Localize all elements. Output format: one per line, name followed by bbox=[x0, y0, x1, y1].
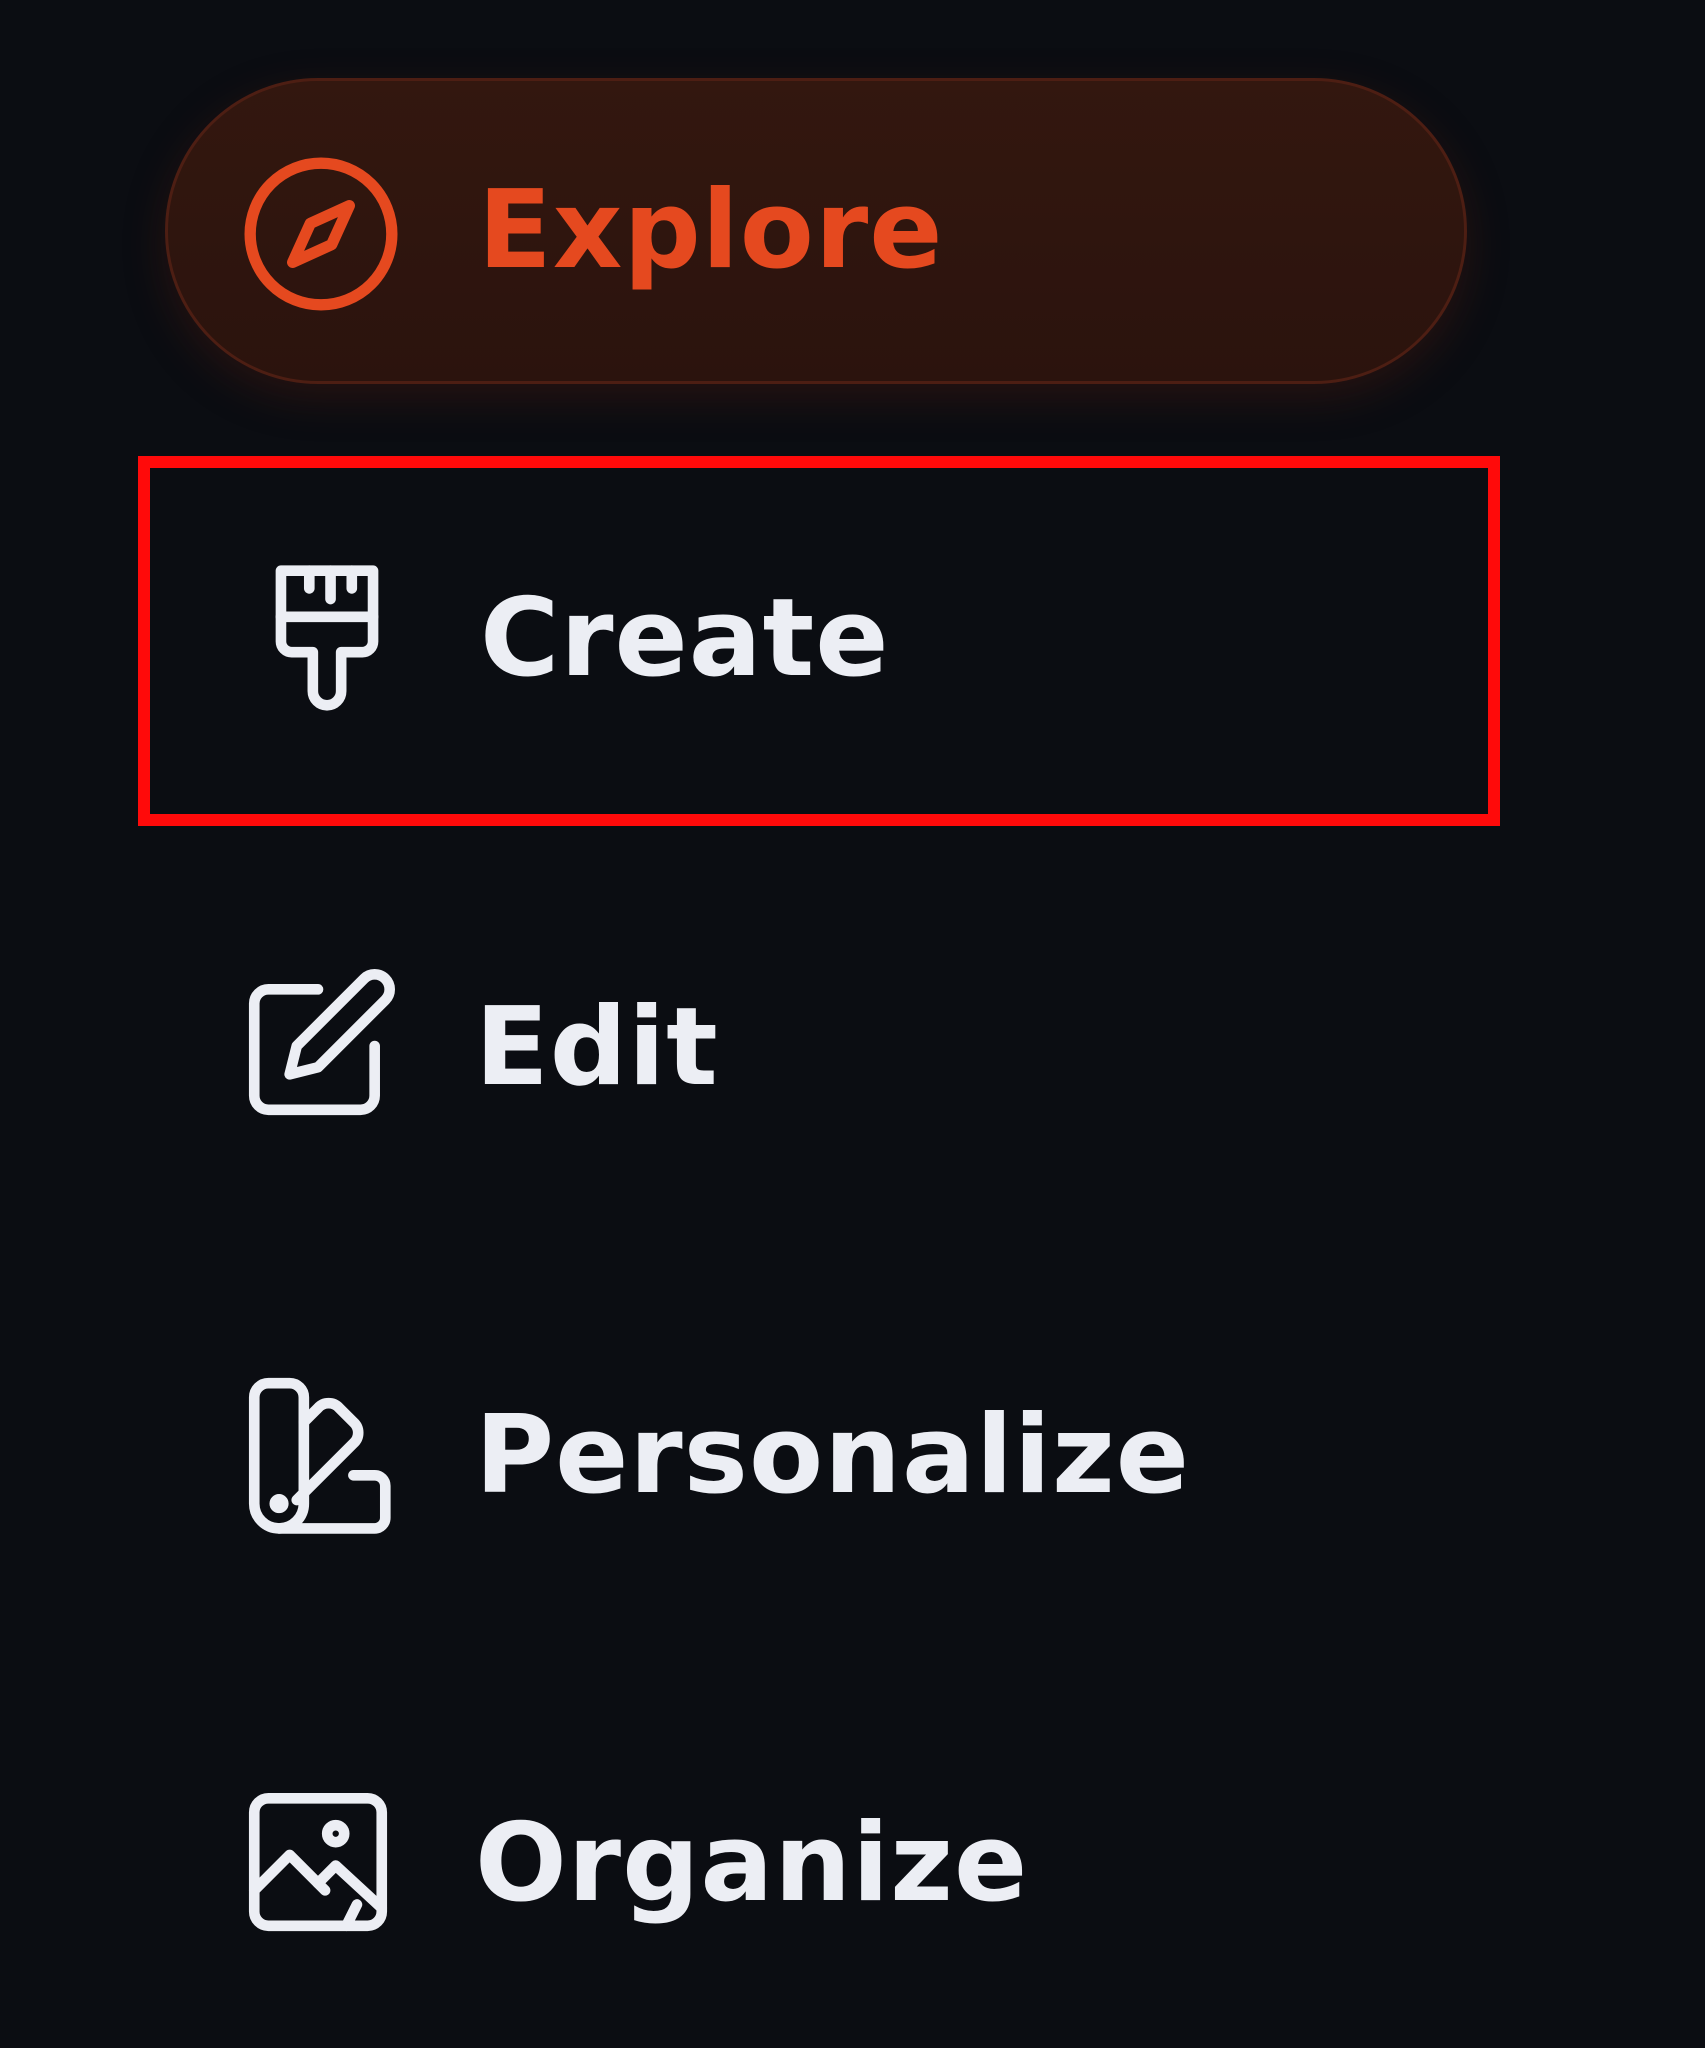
sidebar-item-personalize[interactable]: Personalize bbox=[165, 1302, 1467, 1608]
sidebar-item-create[interactable]: Create bbox=[138, 456, 1500, 826]
sidebar-item-edit[interactable]: Edit bbox=[165, 894, 1467, 1200]
sidebar-nav: Explore Create Edit Personalize Organize bbox=[0, 0, 1705, 2048]
sidebar-item-label: Edit bbox=[475, 985, 719, 1110]
sidebar-item-label: Create bbox=[480, 576, 890, 701]
sidebar-item-organize[interactable]: Organize bbox=[165, 1710, 1467, 2016]
edit-icon bbox=[233, 961, 403, 1131]
compass-icon bbox=[236, 149, 406, 319]
sidebar-item-label: Personalize bbox=[475, 1393, 1191, 1518]
swatches-icon bbox=[233, 1369, 403, 1539]
sidebar-item-label: Organize bbox=[475, 1801, 1029, 1926]
paintbrush-icon bbox=[242, 553, 412, 723]
sidebar-item-explore[interactable]: Explore bbox=[165, 78, 1467, 384]
sidebar-item-label: Explore bbox=[478, 168, 944, 293]
image-icon bbox=[233, 1777, 403, 1947]
